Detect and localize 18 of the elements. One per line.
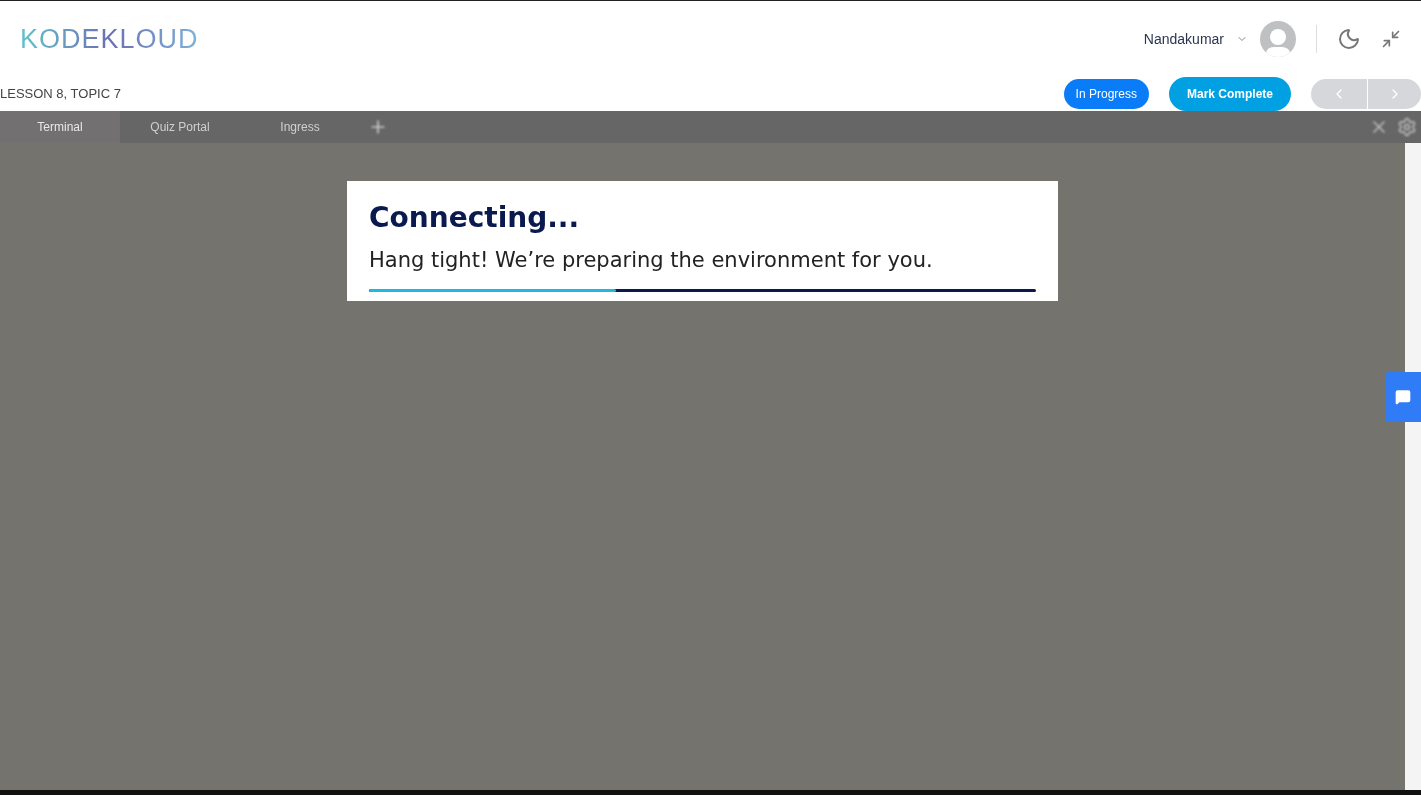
chat-icon bbox=[1395, 389, 1411, 405]
status-badge: In Progress bbox=[1063, 79, 1149, 109]
minimize-icon[interactable] bbox=[1381, 29, 1401, 49]
lesson-label: LESSON 8, TOPIC 7 bbox=[0, 85, 121, 104]
user-name[interactable]: Nandakumar bbox=[1143, 28, 1224, 50]
tab[interactable]: Terminal bbox=[0, 111, 120, 143]
dialog-title: Connecting... bbox=[369, 200, 581, 236]
avatar[interactable] bbox=[1260, 21, 1296, 57]
next-button[interactable] bbox=[1368, 79, 1421, 109]
mark-complete-button[interactable]: Mark Complete bbox=[1168, 77, 1291, 111]
feedback-button[interactable] bbox=[1385, 372, 1421, 422]
moon-icon[interactable] bbox=[1337, 27, 1361, 51]
scrollbar[interactable] bbox=[1405, 143, 1421, 790]
tab[interactable]: Ingress bbox=[240, 111, 360, 143]
settings-icon[interactable] bbox=[1397, 117, 1417, 137]
previous-button[interactable] bbox=[1311, 79, 1367, 109]
tab[interactable]: Quiz Portal bbox=[120, 111, 240, 143]
dialog-message: Hang tight! We’re preparing the environment for you. bbox=[369, 247, 934, 274]
